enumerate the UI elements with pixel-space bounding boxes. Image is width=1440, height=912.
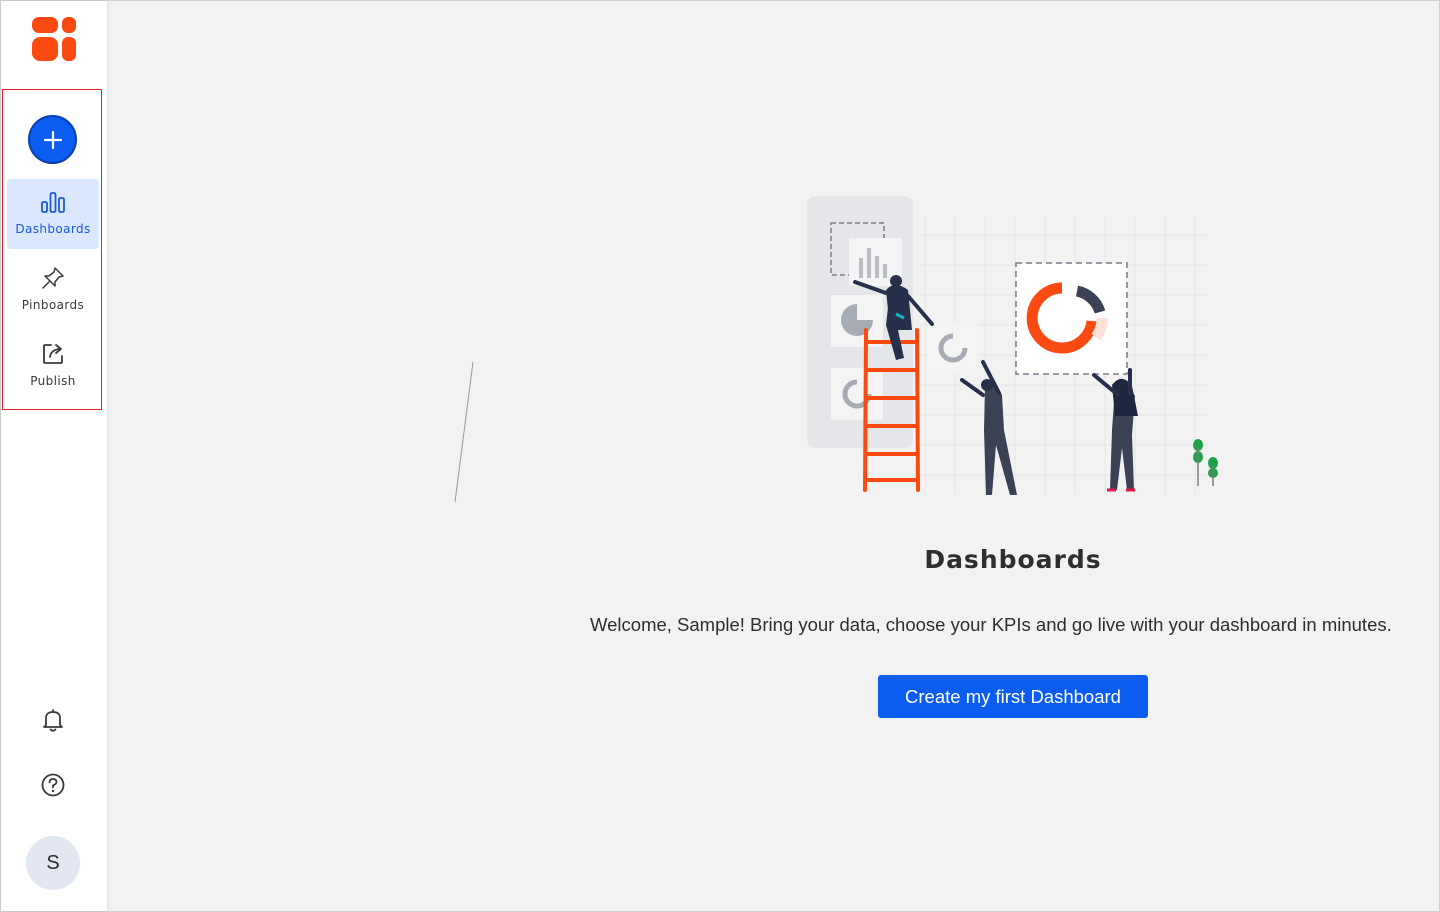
sidebar-item-publish[interactable]: Publish [7,331,99,401]
user-avatar[interactable]: S [26,836,80,890]
pin-icon [40,265,66,291]
plus-icon [43,130,62,149]
bar-chart-icon [40,189,66,215]
sidebar-item-pinboards[interactable]: Pinboards [7,255,99,325]
notifications-button[interactable] [38,705,68,735]
welcome-text: Welcome, Sample! Bring your data, choose… [590,614,1392,635]
create-new-button[interactable] [28,115,77,164]
bell-icon [43,709,63,732]
sidebar-item-dashboards[interactable]: Dashboards [7,179,99,249]
create-first-dashboard-button[interactable]: Create my first Dashboard [878,675,1148,718]
share-icon [40,341,66,367]
sidebar-item-label: Pinboards [21,298,85,312]
app-logo [32,17,76,61]
help-button[interactable] [38,770,68,800]
dashboards-illustration [807,196,1218,495]
sidebar-item-label: Publish [30,374,76,388]
page-title: Dashboards [924,545,1102,574]
divider-line [454,361,474,503]
sidebar-item-label: Dashboards [15,222,91,236]
help-icon [41,773,65,797]
